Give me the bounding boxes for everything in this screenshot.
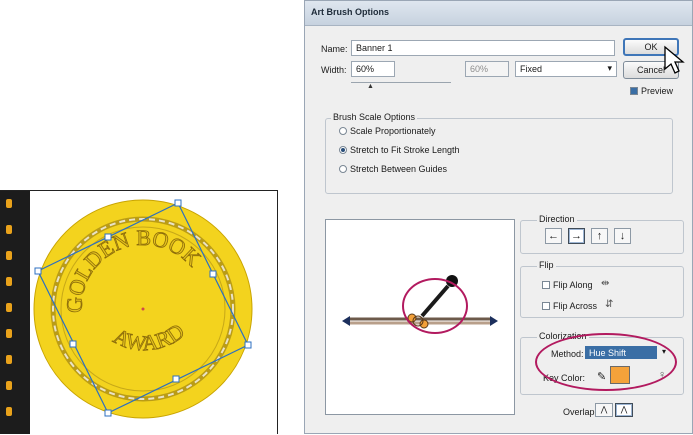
direction-title: Direction — [537, 214, 577, 224]
preview-checkbox[interactable] — [630, 87, 638, 95]
highlight-ring-preview — [402, 278, 468, 334]
stretch-to-fit-radio[interactable] — [339, 146, 347, 154]
center-point — [141, 307, 145, 311]
width-slider-thumb[interactable]: ▲ — [367, 83, 374, 90]
mouse-pointer-icon — [664, 45, 685, 74]
flip-title: Flip — [537, 260, 556, 270]
highlight-ring-colorization — [535, 333, 677, 391]
selection-handle[interactable] — [104, 233, 112, 241]
selection-handle[interactable] — [172, 375, 180, 383]
dialog-title: Art Brush Options — [311, 7, 389, 17]
brush-scale-options-title: Brush Scale Options — [331, 112, 418, 122]
brush-preview-pane — [325, 219, 515, 415]
direction-right-button[interactable]: → — [568, 228, 585, 244]
art-brush-options-dialog: Art Brush Options Name: Banner 1 OK Widt… — [304, 0, 693, 434]
flip-across-checkbox[interactable] — [542, 302, 550, 310]
flip-across-label: Flip Across — [553, 301, 598, 311]
overlap-adjust-icon: ⋀ — [600, 405, 608, 414]
width-field[interactable]: 60% — [351, 61, 395, 77]
width-slider-track — [351, 82, 451, 83]
overlap-adjust-button[interactable]: ⋀ — [595, 403, 613, 417]
dialog-titlebar[interactable]: Art Brush Options — [305, 1, 692, 26]
arrow-up-icon: ↑ — [596, 230, 603, 242]
stretch-between-guides-label: Stretch Between Guides — [350, 164, 448, 174]
width-variation-field: 60% — [465, 61, 509, 77]
brush-end-left — [342, 316, 350, 326]
selection-handle[interactable] — [209, 270, 217, 278]
direction-left-button[interactable]: ← — [545, 228, 562, 244]
overlap-none-icon: ⋀ — [620, 405, 628, 414]
selection-handle[interactable] — [69, 340, 77, 348]
artboard[interactable]: GOLDEN BOOK AWARD — [0, 190, 278, 434]
overlap-none-button[interactable]: ⋀ — [615, 403, 633, 417]
flip-along-checkbox[interactable] — [542, 281, 550, 289]
flip-group — [520, 266, 684, 318]
selection-handle[interactable] — [244, 341, 252, 349]
selection-handle[interactable] — [34, 267, 42, 275]
arrow-right-icon: → — [571, 230, 582, 242]
award-medal[interactable]: GOLDEN BOOK AWARD — [0, 191, 278, 435]
stretch-to-fit-label: Stretch to Fit Stroke Length — [350, 145, 460, 155]
name-label: Name: — [321, 44, 348, 54]
brush-end-right — [490, 316, 498, 326]
width-mode-select[interactable]: Fixed ▾ — [515, 61, 617, 77]
arrow-down-icon: ↓ — [619, 230, 626, 242]
width-label: Width: — [321, 65, 347, 75]
preview-label: Preview — [641, 86, 674, 96]
scale-proportionately-radio[interactable] — [339, 127, 347, 135]
selection-handle[interactable] — [104, 409, 112, 417]
arrow-left-icon: ← — [548, 230, 559, 242]
flip-along-label: Flip Along — [553, 280, 593, 290]
overlap-label: Overlap: — [563, 407, 598, 417]
chevron-down-icon: ▾ — [607, 63, 612, 73]
name-field[interactable]: Banner 1 — [351, 40, 615, 56]
flip-along-icon: ⇹ — [601, 278, 610, 289]
flip-across-icon: ⇵ — [605, 299, 614, 310]
width-mode-value: Fixed — [520, 64, 543, 74]
direction-up-button[interactable]: ↑ — [591, 228, 608, 244]
stretch-between-guides-radio[interactable] — [339, 165, 347, 173]
direction-down-button[interactable]: ↓ — [614, 228, 631, 244]
scale-proportionately-label: Scale Proportionately — [350, 126, 436, 136]
selection-handle[interactable] — [174, 199, 182, 207]
